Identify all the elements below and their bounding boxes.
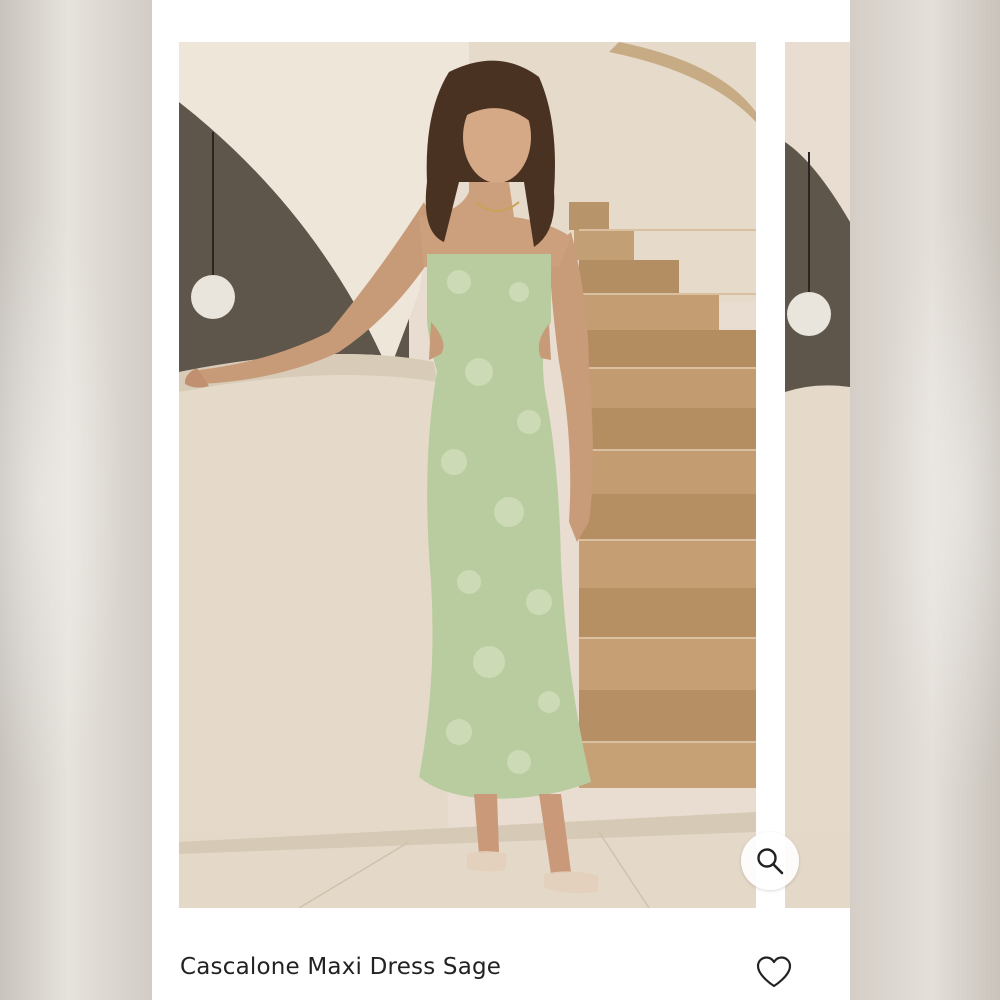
next-product-image-peek[interactable] (785, 42, 850, 908)
magnifier-icon (757, 848, 784, 875)
zoom-button[interactable] (741, 832, 799, 890)
next-photo-illustration (785, 42, 850, 908)
product-image[interactable] (179, 42, 756, 908)
product-card: Cascalone Maxi Dress Sage (152, 0, 850, 1000)
product-title[interactable]: Cascalone Maxi Dress Sage (180, 950, 501, 984)
product-photo-illustration (179, 42, 756, 908)
blurred-backdrop-left (0, 0, 152, 1000)
heart-outline-icon (756, 956, 792, 988)
blurred-backdrop-right (850, 0, 1000, 1000)
wishlist-button[interactable] (752, 952, 796, 992)
